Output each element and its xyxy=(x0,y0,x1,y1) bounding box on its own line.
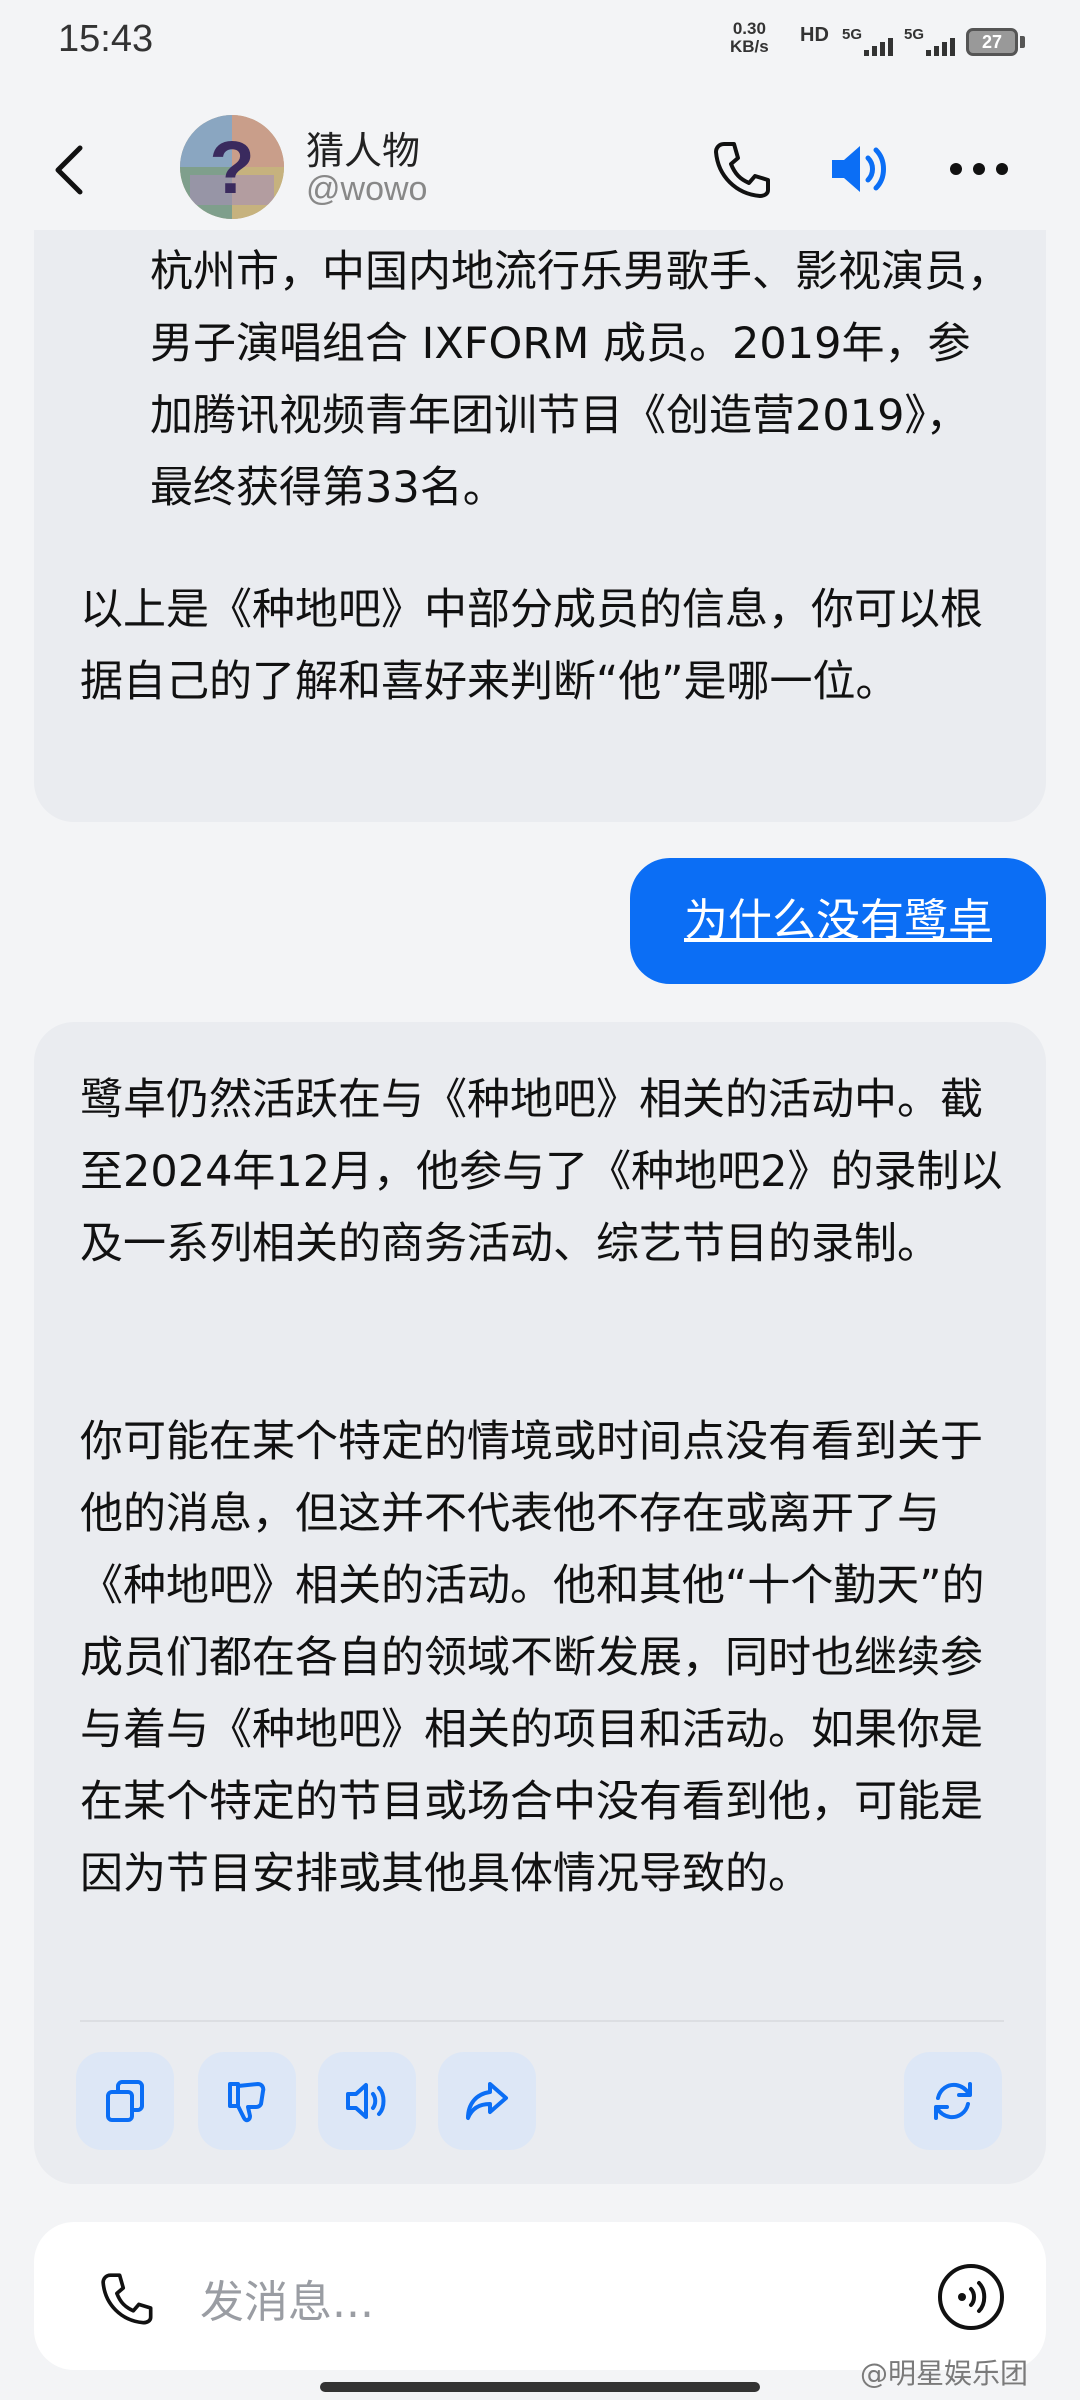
status-bar: 15:43 0.30 KB/s HD 5G 5G 27 xyxy=(0,0,1080,84)
user-message[interactable]: 为什么没有鹭卓 xyxy=(630,858,1046,984)
read-aloud-button[interactable] xyxy=(318,2052,416,2150)
home-indicator[interactable] xyxy=(320,2382,760,2392)
message-paragraph: 你可能在某个特定的情境或时间点没有看到关于他的消息，但这并不代表他不存在或离开了… xyxy=(80,1417,985,1899)
bot-handle: @wowo xyxy=(306,170,428,208)
divider xyxy=(80,2020,1004,2022)
message-input-bar: 发消息... xyxy=(34,2222,1046,2370)
status-time: 15:43 xyxy=(58,18,154,60)
network-speed-unit: KB/s xyxy=(730,37,769,56)
thumbs-down-icon xyxy=(228,2082,266,2123)
chat-header: ? 猜人物 @wowo xyxy=(0,90,1080,250)
message-input[interactable]: 发消息... xyxy=(200,2266,374,2330)
network-speed-value: 0.30 xyxy=(732,19,766,38)
signal-label-2: 5G xyxy=(904,26,925,43)
chevron-left-icon[interactable] xyxy=(40,130,100,210)
watermark: @明星娱乐团 xyxy=(860,2357,1029,2390)
svg-text:?: ? xyxy=(209,126,254,209)
battery-tip xyxy=(1020,36,1025,48)
signal-label-1: 5G xyxy=(842,26,863,43)
hd-badge: HD xyxy=(800,24,829,46)
share-icon xyxy=(466,2082,508,2120)
copy-icon xyxy=(106,2080,144,2122)
share-button[interactable] xyxy=(438,2052,536,2150)
phone-icon[interactable] xyxy=(706,134,776,204)
signal-bars-icon xyxy=(926,38,955,56)
speaker-icon xyxy=(346,2083,386,2119)
phone-icon[interactable] xyxy=(94,2266,158,2330)
network-speed: 0.30 KB/s xyxy=(730,20,769,56)
voice-input-icon[interactable] xyxy=(936,2262,1006,2332)
message-paragraph: 杭州市，中国内地流行乐男歌手、影视演员，男子演唱组合 IXFORM 成员。201… xyxy=(150,247,1010,513)
copy-button[interactable] xyxy=(76,2052,174,2150)
more-icon[interactable] xyxy=(944,134,1014,204)
bot-name: 猜人物 xyxy=(306,129,421,173)
signal-bars-icon xyxy=(864,38,893,56)
dislike-button[interactable] xyxy=(198,2052,296,2150)
avatar[interactable]: ? xyxy=(180,115,284,219)
refresh-icon xyxy=(934,2082,972,2120)
battery-indicator: 27 xyxy=(966,28,1018,56)
message-paragraph: 以上是《种地吧》中部分成员的信息，你可以根据自己的了解和喜好来判断“他”是哪一位… xyxy=(80,585,983,707)
speaker-icon[interactable] xyxy=(824,134,894,204)
regenerate-button[interactable] xyxy=(904,2052,1002,2150)
message-paragraph: 鹭卓仍然活跃在与《种地吧》相关的活动中。截至2024年12月，他参与了《种地吧2… xyxy=(80,1075,1003,1269)
